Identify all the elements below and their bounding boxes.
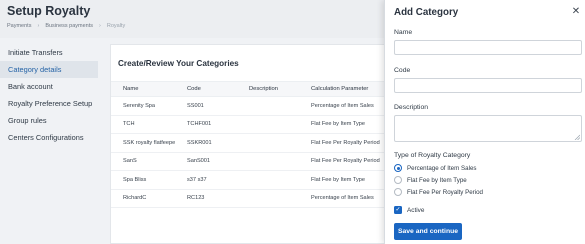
cell-name: Spa Bliss	[123, 176, 147, 183]
column-header-description[interactable]: Description	[241, 86, 303, 92]
sidebar-item-initiate-transfers[interactable]: Initiate Transfers	[0, 44, 104, 61]
name-input[interactable]	[394, 40, 582, 55]
cell-code: SSKR001	[187, 139, 212, 146]
table-row[interactable]: SanS SanS001 Flat Fee Per Royalty Period	[111, 153, 401, 171]
table-row[interactable]: SSK royalty flatfeepe SSKR001 Flat Fee P…	[111, 134, 401, 153]
breadcrumb-royalty: Royalty	[106, 23, 126, 29]
sidebar-item-royalty-preference-setup[interactable]: Royalty Preference Setup	[0, 95, 104, 112]
radio-percentage-of-item-sales[interactable]: Percentage of Item Sales	[394, 164, 476, 172]
radio-flat-fee-by-item-type[interactable]: Flat Fee by Item Type	[394, 176, 467, 184]
cell-name: SanS	[123, 158, 137, 165]
radio-selected-icon[interactable]	[394, 164, 402, 172]
cell-name: TCH	[123, 121, 135, 128]
table-row[interactable]: Spa Bliss s37 s37 Flat Fee by Item Type	[111, 171, 401, 190]
column-header-code[interactable]: Code	[179, 86, 241, 92]
breadcrumb-separator: ›	[37, 23, 40, 29]
description-textarea[interactable]	[394, 115, 582, 142]
table-row[interactable]: RichardC RC123 Percentage of Item Sales	[111, 190, 401, 208]
sidebar-item-category-details[interactable]: Category details	[0, 61, 98, 78]
save-and-continue-button[interactable]: Save and continue	[394, 223, 462, 240]
radio-flat-fee-per-royalty-period[interactable]: Flat Fee Per Royalty Period	[394, 188, 483, 196]
cell-code: TCHF001	[187, 121, 212, 128]
breadcrumb-business-payments[interactable]: Business payments	[45, 23, 93, 29]
column-header-name[interactable]: Name	[111, 86, 179, 92]
card-title: Create/Review Your Categories	[118, 59, 239, 68]
radio-unselected-icon[interactable]	[394, 188, 402, 196]
table-header: Name Code Description Calculation Parame…	[111, 81, 401, 97]
radio-label: Flat Fee Per Royalty Period	[407, 188, 483, 196]
royalty-type-label: Type of Royalty Category	[394, 152, 471, 159]
sidebar-item-group-rules[interactable]: Group rules	[0, 112, 104, 129]
breadcrumb: Payments › Business payments › Royalty	[7, 23, 125, 29]
sidebar-item-centers-configurations[interactable]: Centers Configurations	[0, 129, 104, 146]
categories-table: Name Code Description Calculation Parame…	[111, 81, 401, 208]
cell-name: Serenity Spa	[123, 102, 156, 109]
radio-unselected-icon[interactable]	[394, 176, 402, 184]
active-checkbox-row[interactable]: ✓ Active	[394, 206, 424, 214]
breadcrumb-payments[interactable]: Payments	[7, 23, 31, 29]
breadcrumb-separator: ›	[99, 23, 101, 29]
cell-name: RichardC	[123, 195, 147, 202]
page-title: Setup Royalty	[7, 4, 91, 18]
drawer-title: Add Category	[394, 7, 459, 18]
categories-card: Create/Review Your Categories Name Code …	[110, 44, 401, 244]
code-label: Code	[394, 67, 411, 74]
add-category-drawer: Add Category ✕ Name Code Description Typ…	[384, 0, 585, 244]
cell-name: SSK royalty flatfeepe	[123, 139, 176, 146]
radio-label: Percentage of Item Sales	[407, 164, 477, 172]
table-row[interactable]: Serenity Spa SS001 Percentage of Item Sa…	[111, 97, 401, 116]
cell-code: SanS001	[187, 158, 211, 165]
table-row[interactable]: TCH TCHF001 Flat Fee by Item Type	[111, 116, 401, 134]
description-label: Description	[394, 104, 428, 111]
active-label: Active	[407, 206, 425, 214]
sidebar: Initiate Transfers Category details Bank…	[0, 44, 104, 146]
radio-label: Flat Fee by Item Type	[407, 176, 467, 184]
name-label: Name	[394, 29, 413, 36]
checkbox-checked-icon[interactable]: ✓	[394, 206, 402, 214]
close-icon[interactable]: ✕	[571, 7, 581, 17]
resize-grip-icon[interactable]	[574, 134, 580, 140]
code-input[interactable]	[394, 78, 582, 93]
cell-code: SS001	[187, 102, 204, 109]
sidebar-item-bank-account[interactable]: Bank account	[0, 78, 104, 95]
cell-code: s37 s37	[187, 176, 207, 183]
cell-code: RC123	[187, 195, 205, 202]
